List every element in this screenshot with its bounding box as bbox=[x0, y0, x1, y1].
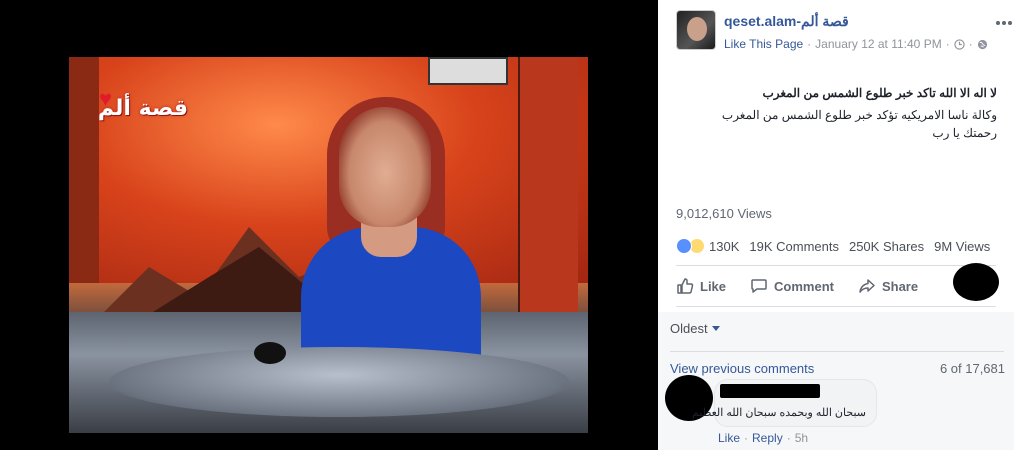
view-count: 9,012,610 Views bbox=[676, 206, 772, 221]
divider bbox=[676, 306, 996, 307]
view-previous-comments-link[interactable]: View previous comments bbox=[670, 361, 814, 376]
comment-sort-dropdown[interactable]: Oldest bbox=[670, 321, 720, 336]
page-name-link[interactable]: qeset.alam-قصة ألم bbox=[724, 13, 849, 30]
comment-icon bbox=[751, 279, 767, 293]
comment-actions: Like · Reply · 5h bbox=[718, 431, 808, 445]
redacted-comment-author[interactable] bbox=[720, 384, 820, 398]
meta-separator: · bbox=[807, 37, 812, 51]
share-icon bbox=[859, 279, 875, 293]
share-button-label: Share bbox=[881, 278, 919, 294]
page-avatar[interactable] bbox=[676, 10, 716, 50]
like-button-label: Like bbox=[700, 278, 727, 294]
comment-text: سبحان الله وبحمده سبحان الله العظيم bbox=[691, 407, 866, 419]
post-body-line: رحمتك يا رب bbox=[932, 126, 997, 140]
video-theater: ♥ قصة ألم bbox=[0, 0, 658, 450]
video-watermark-logo: ♥ قصة ألم bbox=[97, 84, 189, 140]
post-title: لا اله الا الله تاكد خبر طلوع الشمس من ا… bbox=[762, 86, 997, 100]
comment-bubble: سبحان الله وبحمده سبحان الله العظيم bbox=[692, 379, 877, 427]
desk-top bbox=[109, 347, 569, 417]
watermark-text: قصة ألم bbox=[97, 96, 189, 121]
post-meta: Like This Page · January 12 at 11:40 PM … bbox=[724, 37, 988, 51]
comment-time[interactable]: 5h bbox=[795, 431, 808, 445]
microphone bbox=[254, 342, 286, 364]
globe-icon[interactable] bbox=[977, 39, 988, 50]
comment-pagination-count: 6 of 17,681 bbox=[939, 361, 1005, 376]
share-button[interactable]: Share bbox=[858, 277, 918, 295]
post-header: qeset.alam-قصة ألم Like This Page · Janu… bbox=[676, 8, 1012, 58]
like-reaction-icon bbox=[676, 238, 692, 254]
more-horizontal-icon[interactable] bbox=[994, 16, 1014, 30]
anchor-head bbox=[339, 107, 431, 227]
comment-separator: · bbox=[744, 431, 749, 445]
comment-reply-link[interactable]: Reply bbox=[752, 431, 783, 445]
comment-count[interactable]: 19K Comments bbox=[749, 239, 839, 254]
comment-button-label: Comment bbox=[774, 278, 834, 294]
meta-separator: · bbox=[945, 37, 950, 51]
sort-label: Oldest bbox=[670, 321, 708, 336]
meta-separator: · bbox=[968, 37, 973, 51]
post-body: وكالة ناسا الامريكيه تؤكد خبر طلوع الشمس… bbox=[677, 106, 997, 142]
clock-icon bbox=[954, 38, 965, 50]
views-count: 9M Views bbox=[934, 238, 991, 254]
caret-down-icon bbox=[711, 326, 720, 331]
video-scene-frame bbox=[518, 57, 578, 312]
divider bbox=[676, 265, 996, 266]
reaction-count[interactable]: 130K bbox=[709, 239, 739, 254]
divider bbox=[670, 351, 1004, 352]
comment-button[interactable]: Comment bbox=[750, 277, 834, 295]
channel-logo bbox=[428, 57, 508, 85]
share-count[interactable]: 250K Shares bbox=[849, 239, 924, 254]
redacted-avatar bbox=[953, 263, 999, 301]
post-body-line: وكالة ناسا الامريكيه تؤكد خبر طلوع الشمس… bbox=[721, 108, 997, 122]
video-player[interactable]: ♥ قصة ألم bbox=[69, 57, 588, 433]
like-button[interactable]: Like bbox=[676, 277, 726, 295]
like-page-link[interactable]: Like This Page bbox=[724, 37, 803, 51]
thumb-up-icon bbox=[677, 278, 694, 294]
comment-separator: · bbox=[786, 431, 791, 445]
comment-like-link[interactable]: Like bbox=[718, 431, 740, 445]
post-stats: 130K 19K Comments 250K Shares 9M Views bbox=[676, 236, 1006, 256]
reaction-icons[interactable] bbox=[676, 238, 705, 254]
comments-section: Oldest View previous comments 6 of 17,68… bbox=[658, 312, 1014, 450]
post-date[interactable]: January 12 at 11:40 PM bbox=[815, 37, 942, 51]
